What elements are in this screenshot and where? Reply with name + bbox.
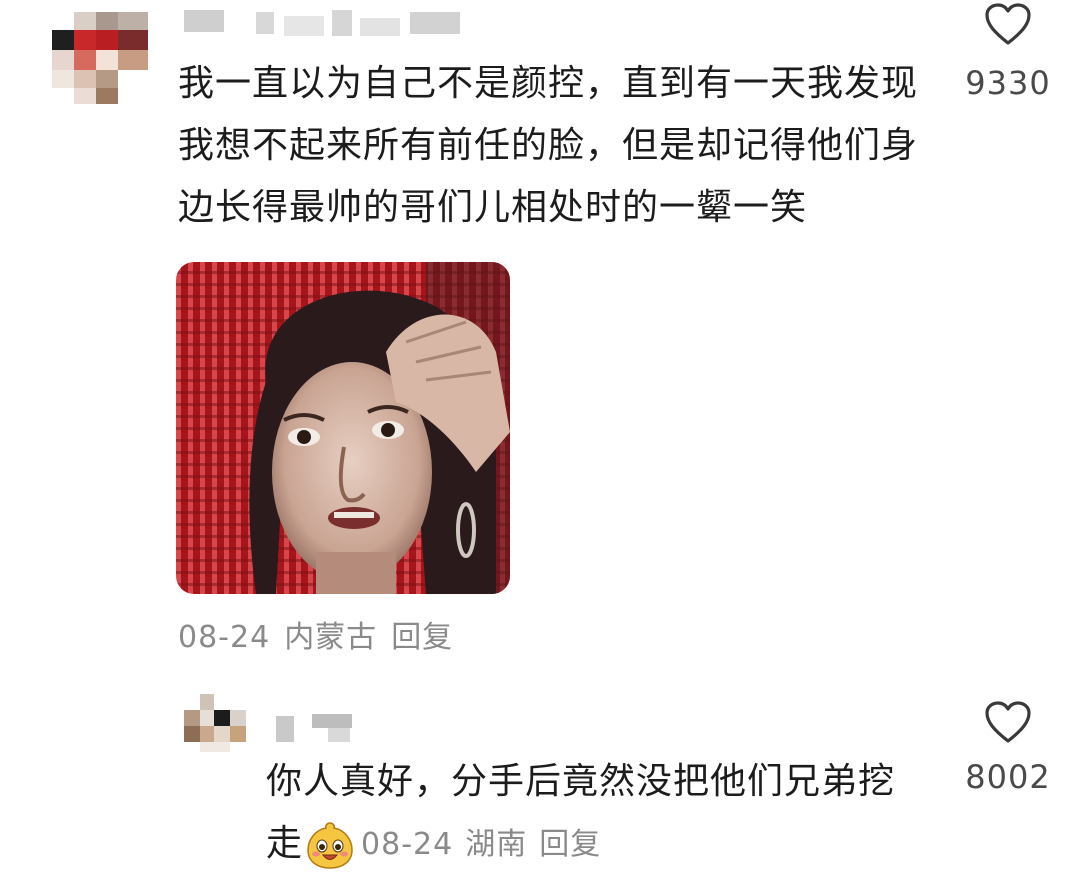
comment-text: 我一直以为自己不是颜控，直到有一天我发现我想不起来所有前任的脸，但是却记得他们身… [178,63,919,228]
username-censored[interactable] [184,6,464,38]
heart-outline-icon[interactable] [984,2,1032,46]
comment-location: 内蒙古 [284,620,378,655]
smiling-face-emoji [307,822,353,869]
reply-button[interactable]: 回复 [391,620,453,655]
user-avatar[interactable] [184,694,262,754]
comment-date: 08-24 [361,827,454,862]
comment-location: 湖南 [465,827,528,862]
comment-date: 08-24 [178,620,271,655]
like-control[interactable]: 8002 [953,700,1063,796]
like-count: 8002 [965,758,1051,796]
comment-meta: 08-24 湖南 回复 [361,827,613,862]
like-control[interactable]: 9330 [953,2,1063,102]
reply-button[interactable]: 回复 [539,827,601,862]
user-avatar[interactable] [52,12,148,104]
comment-text: 你人真好，分手后竟然没把他们兄弟挖走 08-24 湖南 回复 [266,751,916,876]
like-count: 9330 [965,64,1051,102]
comment-image[interactable] [176,262,510,594]
heart-outline-icon[interactable] [984,700,1032,744]
comment-meta: 08-24 内蒙古 回复 [178,612,467,656]
username-censored[interactable] [276,712,356,744]
